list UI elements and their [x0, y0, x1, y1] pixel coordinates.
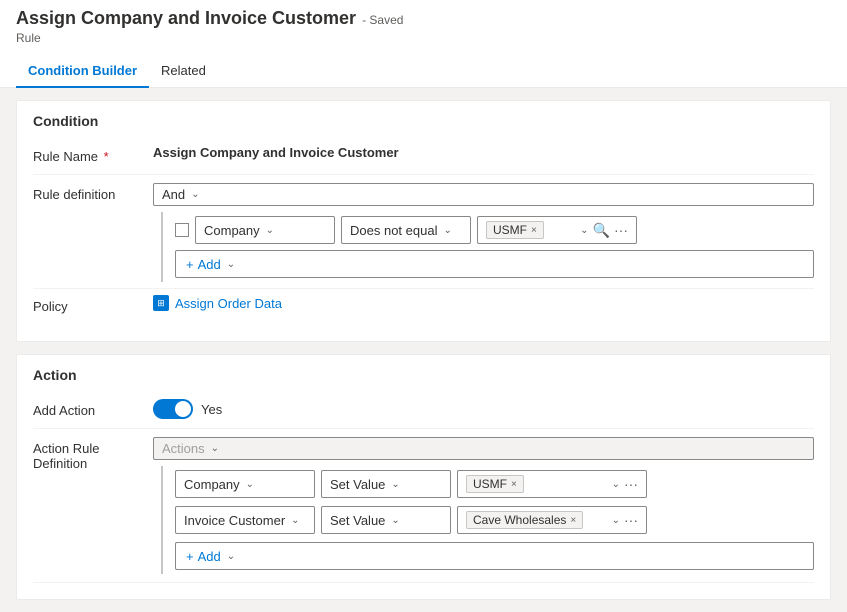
- and-dropdown[interactable]: And ⌄: [153, 183, 814, 206]
- value-tag-usmf: USMF ×: [486, 221, 544, 239]
- operator-dropdown[interactable]: Does not equal ⌄: [341, 216, 471, 244]
- page-header: Assign Company and Invoice Customer - Sa…: [0, 0, 847, 88]
- add-plus-icon: +: [186, 257, 194, 272]
- saved-label: - Saved: [362, 13, 403, 27]
- tabs-row: Condition Builder Related: [16, 55, 831, 87]
- action-value-tag-box-2: Cave Wholesales × ⌄ ···: [457, 506, 647, 534]
- required-star: *: [104, 149, 109, 164]
- action-more-1-icon[interactable]: ···: [624, 476, 638, 492]
- policy-value: ⊞ Assign Order Data: [153, 295, 814, 311]
- condition-tree: Company ⌄ Does not equal ⌄ USMF ×: [161, 212, 814, 282]
- policy-link[interactable]: ⊞ Assign Order Data: [153, 295, 282, 311]
- toggle-knob: [175, 401, 191, 417]
- action-operator-dropdown-1[interactable]: Set Value ⌄: [321, 470, 451, 498]
- action-tag-box-end-2: ⌄ ···: [610, 512, 638, 528]
- tag-box-end: ⌄ 🔍 ···: [578, 222, 628, 239]
- value-tag-box: USMF × ⌄ 🔍 ···: [477, 216, 637, 244]
- operator-chevron-icon: ⌄: [443, 225, 451, 236]
- tab-condition-builder[interactable]: Condition Builder: [16, 55, 149, 88]
- add-action-value: Yes: [153, 399, 814, 419]
- action-add-chevron-icon: ⌄: [227, 551, 235, 562]
- action-value-tag-box-1: USMF × ⌄ ···: [457, 470, 647, 498]
- policy-icon: ⊞: [153, 295, 169, 311]
- action-add-button[interactable]: + Add ⌄: [175, 542, 814, 570]
- condition-checkbox[interactable]: [175, 223, 189, 237]
- add-label: Add: [198, 257, 221, 272]
- action-operator-chevron-1-icon: ⌄: [391, 479, 399, 490]
- action-field-dropdown-2[interactable]: Invoice Customer ⌄: [175, 506, 315, 534]
- value-chevron-icon: ⌄: [580, 225, 588, 236]
- add-chevron-icon: ⌄: [227, 259, 235, 270]
- action-tag-close-1-icon[interactable]: ×: [511, 479, 517, 490]
- rule-definition-label: Rule definition: [33, 183, 153, 202]
- action-value-tag-usmf: USMF ×: [466, 475, 524, 493]
- action-rule-definition-label: Action Rule Definition: [33, 437, 153, 471]
- and-chevron-icon: ⌄: [191, 189, 199, 200]
- add-action-toggle[interactable]: [153, 399, 193, 419]
- action-card: Action Add Action Yes Action Rule: [16, 354, 831, 600]
- content-area: Condition Rule Name * Assign Company and…: [0, 88, 847, 612]
- toggle-container: Yes: [153, 399, 222, 419]
- action-operator-dropdown-2[interactable]: Set Value ⌄: [321, 506, 451, 534]
- page-title: Assign Company and Invoice Customer: [16, 8, 356, 29]
- actions-chevron-icon: ⌄: [211, 443, 219, 454]
- rule-name-row: Rule Name * Assign Company and Invoice C…: [33, 139, 814, 175]
- condition-card-title: Condition: [33, 113, 814, 129]
- action-field-chevron-2-icon: ⌄: [291, 515, 299, 526]
- tab-related[interactable]: Related: [149, 55, 218, 88]
- rule-name-text: Assign Company and Invoice Customer: [153, 145, 399, 160]
- action-value-chevron-1-icon: ⌄: [612, 479, 620, 490]
- action-rule-definition-row: Action Rule Definition Actions ⌄ Company…: [33, 429, 814, 583]
- action-row-1: Company ⌄ Set Value ⌄ USMF ×: [175, 470, 814, 498]
- tag-close-icon[interactable]: ×: [531, 225, 537, 236]
- action-field-chevron-1-icon: ⌄: [246, 479, 254, 490]
- rule-definition-row: Rule definition And ⌄ Company ⌄: [33, 175, 814, 289]
- action-tag-close-2-icon[interactable]: ×: [570, 515, 576, 526]
- page-wrapper: Assign Company and Invoice Customer - Sa…: [0, 0, 847, 612]
- action-add-label: Add: [198, 549, 221, 564]
- rule-name-value: Assign Company and Invoice Customer: [153, 145, 814, 160]
- action-rule-section: Actions ⌄ Company ⌄ Set Value ⌄: [153, 437, 814, 574]
- action-tree: Company ⌄ Set Value ⌄ USMF ×: [161, 466, 814, 574]
- action-row-2: Invoice Customer ⌄ Set Value ⌄ Cave Whol…: [175, 506, 814, 534]
- toggle-yes-label: Yes: [201, 402, 222, 417]
- action-value-chevron-2-icon: ⌄: [612, 515, 620, 526]
- policy-label: Policy: [33, 295, 153, 314]
- action-operator-chevron-2-icon: ⌄: [391, 515, 399, 526]
- action-card-title: Action: [33, 367, 814, 383]
- action-more-2-icon[interactable]: ···: [624, 512, 638, 528]
- page-subtitle: Rule: [16, 31, 831, 51]
- add-action-label: Add Action: [33, 399, 153, 418]
- condition-card: Condition Rule Name * Assign Company and…: [16, 100, 831, 342]
- condition-add-button[interactable]: + Add ⌄: [175, 250, 814, 278]
- search-icon[interactable]: 🔍: [593, 222, 610, 239]
- rule-name-label: Rule Name *: [33, 145, 153, 164]
- field-dropdown[interactable]: Company ⌄: [195, 216, 335, 244]
- title-row: Assign Company and Invoice Customer - Sa…: [16, 8, 831, 31]
- action-value-tag-cave: Cave Wholesales ×: [466, 511, 583, 529]
- condition-row-1: Company ⌄ Does not equal ⌄ USMF ×: [175, 216, 814, 244]
- action-tag-box-end-1: ⌄ ···: [610, 476, 638, 492]
- actions-dropdown[interactable]: Actions ⌄: [153, 437, 814, 460]
- more-icon[interactable]: ···: [614, 222, 628, 238]
- add-action-row: Add Action Yes: [33, 393, 814, 429]
- policy-row: Policy ⊞ Assign Order Data: [33, 289, 814, 325]
- condition-rule-section: And ⌄ Company ⌄ Does not equal: [153, 183, 814, 282]
- action-field-dropdown-1[interactable]: Company ⌄: [175, 470, 315, 498]
- field-chevron-icon: ⌄: [266, 225, 274, 236]
- action-add-plus-icon: +: [186, 549, 194, 564]
